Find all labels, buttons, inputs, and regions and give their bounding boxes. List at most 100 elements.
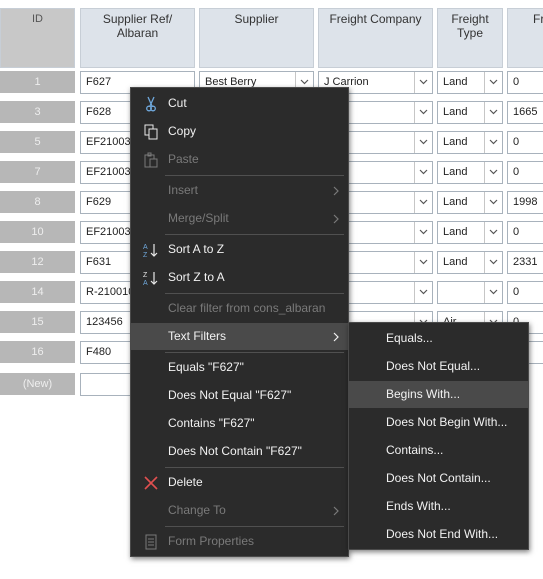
menu-not-contain-value-label: Does Not Contain "F627" xyxy=(168,444,302,458)
record-id: 10 xyxy=(31,226,44,238)
freight-type-combo[interactable]: Land xyxy=(437,221,503,244)
submenu-ends-with[interactable]: Ends With... xyxy=(349,493,528,520)
menu-cut-label: Cut xyxy=(168,96,187,110)
svg-text:Z: Z xyxy=(143,252,148,258)
supplier-ref-value: F627 xyxy=(86,76,112,88)
freight-company-dropdown-button[interactable] xyxy=(414,192,432,213)
freight-cost-value: 1665 xyxy=(513,106,538,118)
freight-type-combo[interactable] xyxy=(437,281,503,304)
freight-cost-cell[interactable]: 0 xyxy=(507,281,543,304)
header-fr[interactable]: Fr xyxy=(507,8,543,68)
record-id: 16 xyxy=(31,346,44,358)
menu-copy[interactable]: Copy xyxy=(131,118,348,145)
freight-cost-cell[interactable]: 0 xyxy=(507,131,543,154)
record-selector[interactable]: 1 xyxy=(0,71,75,93)
freight-type-dropdown-button[interactable] xyxy=(484,162,502,183)
supplier-ref-value: F631 xyxy=(86,256,112,268)
menu-text-filters[interactable]: Text Filters xyxy=(131,323,348,350)
freight-type-dropdown-button[interactable] xyxy=(484,192,502,213)
freight-cost-cell[interactable]: 0 xyxy=(507,161,543,184)
submenu-equals[interactable]: Equals... xyxy=(349,325,528,352)
header-supplier-ref[interactable]: Supplier Ref/ Albaran xyxy=(80,8,195,68)
chevron-down-icon xyxy=(489,79,498,85)
chevron-right-icon xyxy=(333,214,339,224)
freight-type-dropdown-button[interactable] xyxy=(484,282,502,303)
submenu-contains[interactable]: Contains... xyxy=(349,437,528,464)
new-row-selector[interactable]: (New) xyxy=(0,373,75,395)
submenu-not-contain[interactable]: Does Not Contain... xyxy=(349,465,528,492)
context-menu: Cut Copy Paste Insert Merge/Split AZ Sor… xyxy=(130,87,349,557)
header-freight-company-label: Freight Company xyxy=(329,12,422,26)
chevron-down-icon xyxy=(489,199,498,205)
freight-company-dropdown-button[interactable] xyxy=(414,72,432,93)
freight-cost-cell[interactable]: 2331 xyxy=(507,251,543,274)
menu-sort-za-label: Sort Z to A xyxy=(168,270,225,284)
freight-company-dropdown-button[interactable] xyxy=(414,132,432,153)
freight-type-combo[interactable]: Land xyxy=(437,101,503,124)
menu-sort-za[interactable]: ZA Sort Z to A xyxy=(131,264,348,291)
menu-cut[interactable]: Cut xyxy=(131,90,348,117)
menu-separator xyxy=(165,467,344,468)
freight-cost-cell[interactable]: 0 xyxy=(507,221,543,244)
supplier-ref-value: F628 xyxy=(86,106,112,118)
freight-company-dropdown-button[interactable] xyxy=(414,282,432,303)
menu-paste[interactable]: Paste xyxy=(131,146,348,173)
freight-company-dropdown-button[interactable] xyxy=(414,162,432,183)
freight-cost-cell[interactable]: 0 xyxy=(507,71,543,94)
freight-cost-value: 2331 xyxy=(513,256,538,268)
menu-clear-filter[interactable]: Clear filter from cons_albaran xyxy=(131,295,348,322)
header-supplier-label: Supplier xyxy=(234,12,279,26)
header-id[interactable]: ID xyxy=(0,8,75,68)
record-selector[interactable]: 7 xyxy=(0,161,75,183)
record-selector[interactable]: 10 xyxy=(0,221,75,243)
menu-insert[interactable]: Insert xyxy=(131,177,348,204)
chevron-down-icon xyxy=(489,229,498,235)
freight-cost-value: 0 xyxy=(513,166,520,178)
record-selector[interactable]: 14 xyxy=(0,281,75,303)
freight-company-dropdown-button[interactable] xyxy=(414,252,432,273)
menu-form-properties[interactable]: Form Properties xyxy=(131,528,348,555)
menu-contains-value[interactable]: Contains "F627" xyxy=(131,410,348,437)
record-selector[interactable]: 16 xyxy=(0,341,75,363)
menu-equals-value[interactable]: Equals "F627" xyxy=(131,354,348,381)
record-selector[interactable]: 5 xyxy=(0,131,75,153)
chevron-right-icon xyxy=(333,506,339,516)
freight-type-dropdown-button[interactable] xyxy=(484,102,502,123)
menu-not-equal-value[interactable]: Does Not Equal "F627" xyxy=(131,382,348,409)
freight-cost-cell[interactable]: 1998 xyxy=(507,191,543,214)
menu-not-equal-value-label: Does Not Equal "F627" xyxy=(168,388,292,402)
record-selector[interactable]: 3 xyxy=(0,101,75,123)
freight-cost-cell[interactable]: 1665 xyxy=(507,101,543,124)
freight-type-combo[interactable]: Land xyxy=(437,131,503,154)
record-selector[interactable]: 8 xyxy=(0,191,75,213)
header-freight-company[interactable]: Freight Company xyxy=(318,8,433,68)
menu-not-contain-value[interactable]: Does Not Contain "F627" xyxy=(131,438,348,465)
menu-merge-split[interactable]: Merge/Split xyxy=(131,205,348,232)
supplier-ref-value: F480 xyxy=(86,346,112,358)
freight-company-dropdown-button[interactable] xyxy=(414,102,432,123)
freight-type-combo[interactable]: Land xyxy=(437,161,503,184)
submenu-not-end[interactable]: Does Not End With... xyxy=(349,521,528,548)
submenu-not-equal[interactable]: Does Not Equal... xyxy=(349,353,528,380)
submenu-not-begin[interactable]: Does Not Begin With... xyxy=(349,409,528,436)
freight-type-combo[interactable]: Land xyxy=(437,251,503,274)
header-freight-type[interactable]: Freight Type xyxy=(437,8,503,68)
freight-type-dropdown-button[interactable] xyxy=(484,72,502,93)
header-supplier[interactable]: Supplier xyxy=(199,8,314,68)
freight-type-dropdown-button[interactable] xyxy=(484,252,502,273)
freight-type-dropdown-button[interactable] xyxy=(484,222,502,243)
freight-type-dropdown-button[interactable] xyxy=(484,132,502,153)
freight-company-dropdown-button[interactable] xyxy=(414,222,432,243)
freight-type-combo[interactable]: Land xyxy=(437,191,503,214)
menu-sort-az-label: Sort A to Z xyxy=(168,242,225,256)
chevron-right-icon xyxy=(333,332,339,342)
menu-sort-az[interactable]: AZ Sort A to Z xyxy=(131,236,348,263)
menu-delete[interactable]: Delete xyxy=(131,469,348,496)
submenu-begins-with[interactable]: Begins With... xyxy=(349,381,528,408)
record-selector[interactable]: 15 xyxy=(0,311,75,333)
svg-text:Z: Z xyxy=(143,272,148,279)
submenu-contains-label: Contains... xyxy=(386,443,444,457)
freight-type-combo[interactable]: Land xyxy=(437,71,503,94)
record-selector[interactable]: 12 xyxy=(0,251,75,273)
menu-change-to[interactable]: Change To xyxy=(131,497,348,524)
